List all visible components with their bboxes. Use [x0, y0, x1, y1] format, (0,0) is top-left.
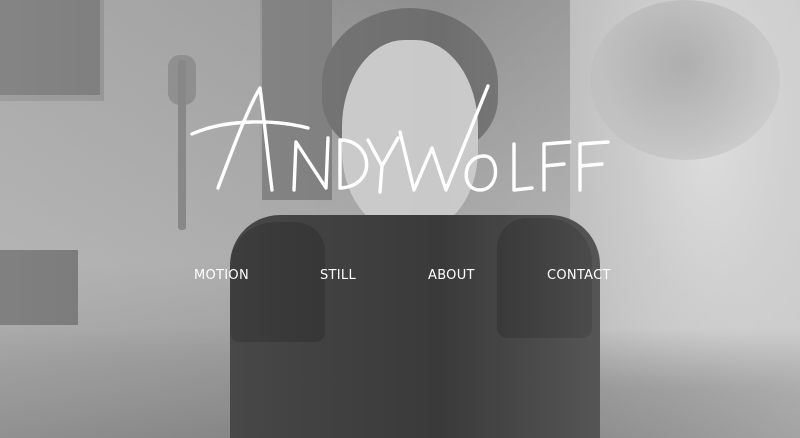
site-logo[interactable] — [188, 78, 618, 208]
nav-still[interactable]: STILL — [320, 268, 356, 283]
nav-motion[interactable]: MOTION — [194, 268, 249, 283]
mist-overlay — [0, 0, 800, 438]
nav-contact[interactable]: CONTACT — [547, 268, 611, 283]
hero-section: MOTION STILL ABOUT CONTACT — [0, 0, 800, 438]
nav-about[interactable]: ABOUT — [428, 268, 475, 283]
main-nav: MOTION STILL ABOUT CONTACT — [0, 268, 800, 288]
logo-wordmark — [190, 84, 610, 194]
